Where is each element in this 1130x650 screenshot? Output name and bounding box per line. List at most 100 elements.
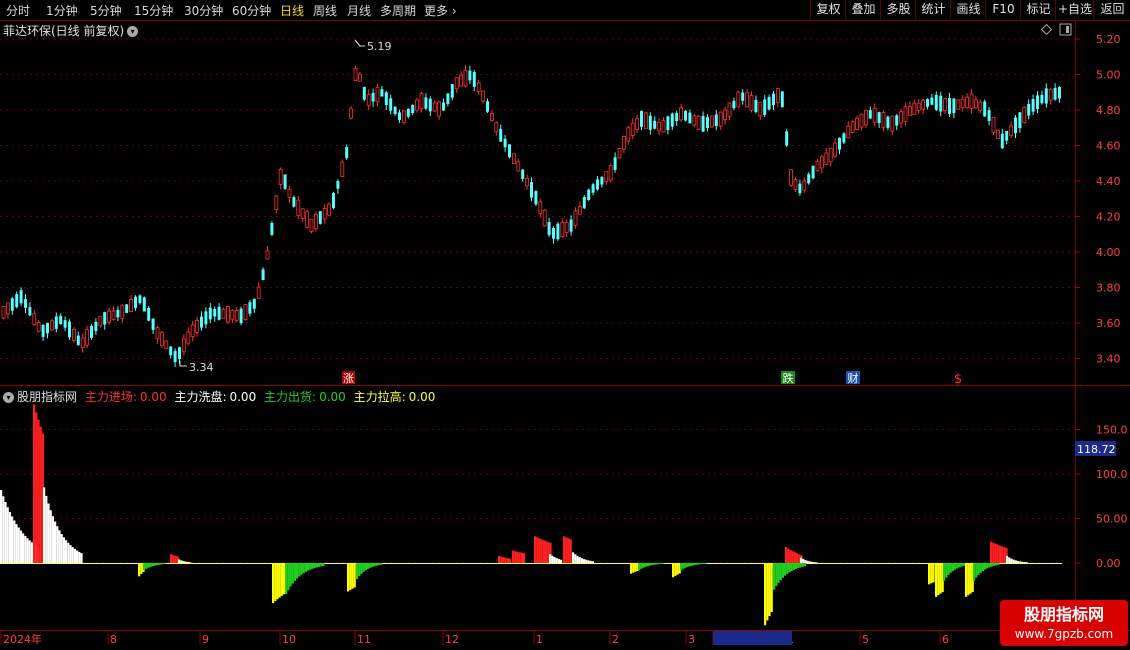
candle-body-up — [72, 328, 76, 341]
indicator-bar — [278, 563, 281, 598]
indicator-bar — [351, 563, 354, 589]
indicator-bar — [13, 520, 16, 563]
indicator-bar — [274, 563, 277, 602]
indicator-bar — [47, 503, 50, 563]
indicator-bar — [996, 544, 999, 563]
indicator-bar — [688, 563, 691, 567]
indicator-bar — [984, 563, 987, 570]
marker-cai[interactable]: 财 — [846, 371, 860, 385]
indicator-bar — [67, 542, 70, 563]
indicator-bar — [932, 563, 935, 583]
candle-body-up — [912, 102, 917, 115]
indicator-bar — [653, 563, 656, 565]
candle-body-up — [415, 99, 420, 111]
indicator-bar — [311, 563, 314, 569]
indicator-bar — [553, 557, 556, 563]
indicator-bar — [795, 563, 798, 569]
indicator-bar — [309, 563, 312, 570]
candle-body-up — [974, 99, 978, 109]
candle-body-down — [926, 99, 929, 107]
candle-body-up — [815, 160, 820, 172]
indicator-bar — [369, 563, 372, 568]
item-zhuli-xipan-value: 0.00 — [229, 390, 257, 404]
chevron-down-icon[interactable]: ▾ — [3, 392, 14, 403]
candle-body-down — [987, 110, 991, 121]
marker-cai-text: 财 — [848, 371, 859, 385]
candle-body-up — [644, 112, 648, 130]
indicator-bar — [502, 557, 505, 563]
indicator-bar — [293, 563, 296, 581]
marker-dollar[interactable]: $ — [954, 372, 962, 387]
indicator-bar — [186, 561, 189, 563]
item-zhuli-chuhuo-label: 主力出货: — [264, 390, 317, 404]
candle-body-up — [542, 209, 547, 227]
indicator-bar — [585, 559, 588, 563]
candle-body-up — [195, 320, 200, 333]
chevron-down-icon[interactable]: ▾ — [127, 26, 139, 37]
candle-body-up — [960, 98, 965, 109]
indicator-tick-label: 100.0 — [1096, 468, 1128, 481]
candle-body-down — [934, 94, 938, 110]
marker-die[interactable]: 跌 — [781, 371, 795, 385]
candle-body-down — [1014, 117, 1017, 134]
candle-body-up — [723, 109, 727, 120]
marker-zhang-text: 涨 — [343, 372, 354, 385]
indicator-bar — [283, 563, 286, 595]
candle-body-down — [596, 179, 599, 190]
indicator-bar — [951, 563, 954, 571]
candle-body-up — [969, 93, 974, 109]
indicator-bar — [998, 545, 1001, 563]
candle-body-down — [732, 100, 736, 109]
candle-body-down — [54, 316, 58, 329]
candle-body-down — [842, 133, 846, 143]
marker-zhang[interactable]: 涨 — [342, 371, 355, 385]
indicator-bar — [680, 563, 683, 571]
candle-body-down — [534, 191, 538, 205]
indicator-bar — [534, 536, 537, 563]
indicator-bar — [33, 404, 36, 563]
indicator-bar — [1001, 546, 1004, 563]
date-label: 10 — [282, 633, 296, 646]
watermark-title: 股朋指标网 — [1024, 605, 1104, 624]
indicator-bar — [504, 557, 507, 563]
candle-body-down — [613, 157, 617, 170]
indicator-bar — [977, 563, 980, 575]
panel-toggle-icon[interactable] — [1059, 23, 1072, 36]
indicator-bar — [289, 563, 292, 587]
candle-body-down — [952, 98, 956, 114]
indicator-bar — [17, 527, 20, 563]
indicator-bar — [986, 563, 989, 569]
candle-body-up — [1022, 106, 1027, 123]
indicator-bar — [674, 563, 677, 576]
indicator-bar — [154, 563, 157, 566]
candle-body-down — [169, 346, 173, 356]
date-axis: 2024年891011121232025/03/11/二56 — [0, 631, 949, 646]
indicator-bar — [965, 563, 968, 597]
indicator-panel-title: ▾ 股朋指标网 主力进场: 0.00 主力洗盘: 0.00 主力出货: 0.00 主力拉… — [3, 388, 435, 405]
candle-body-down — [569, 219, 573, 232]
indicator-bar — [145, 563, 148, 569]
indicator-bar — [555, 558, 558, 563]
indicator-bar — [589, 560, 592, 563]
candle-body-down — [547, 222, 551, 236]
indicator-bar — [362, 563, 365, 572]
candle-body-down — [675, 112, 679, 122]
price-grid — [0, 38, 1080, 359]
indicator-bar — [682, 563, 685, 569]
candle-body-down — [213, 308, 217, 317]
diamond-icon[interactable] — [1040, 23, 1053, 36]
indicator-bar — [364, 563, 367, 571]
candle-body-up — [300, 208, 305, 219]
indicator-bar — [954, 563, 957, 570]
candle-body-down — [450, 84, 454, 98]
date-label: 9 — [202, 633, 209, 646]
indicator-bar — [567, 538, 570, 563]
indicator-bar — [156, 563, 159, 566]
candle-body-down — [582, 197, 586, 209]
indicator-bar — [380, 563, 383, 565]
candle-body-up — [635, 118, 639, 130]
price-tick-label: 3.80 — [1096, 282, 1121, 295]
candle-body-down — [345, 146, 349, 159]
indicator-bar — [576, 555, 579, 563]
candle-body-down — [1040, 94, 1044, 104]
